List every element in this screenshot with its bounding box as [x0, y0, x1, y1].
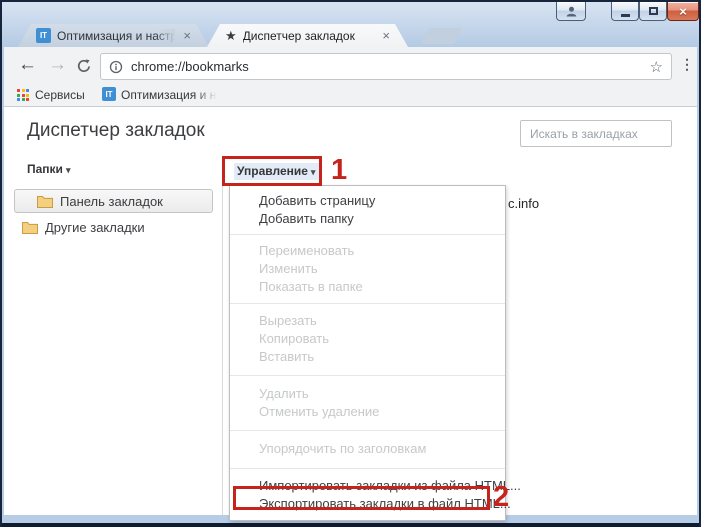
folder-icon [37, 195, 53, 208]
url-text[interactable]: chrome://bookmarks [131, 59, 650, 74]
tab-title: Диспетчер закладок [243, 29, 375, 43]
menu-group: Упорядочить по заголовкам [230, 430, 505, 468]
tab-close-icon[interactable]: × [183, 29, 191, 42]
bookmarks-bar: Сервисы IT Оптимизация и настр [4, 84, 697, 106]
menu-group: Переименовать Изменить Показать в папке [230, 234, 505, 303]
chevron-down-icon: ▾ [66, 165, 71, 175]
chevron-down-icon: ▾ [311, 167, 316, 177]
minimize-button[interactable] [611, 2, 639, 21]
tab-title: Оптимизация и настрой [57, 29, 175, 43]
annotation-number-1: 1 [331, 156, 347, 185]
menu-item-rename: Переименовать [230, 242, 505, 260]
close-window-button[interactable]: × [667, 2, 699, 21]
menu-item-sort-by-title: Упорядочить по заголовкам [230, 440, 505, 458]
menu-group: Вырезать Копировать Вставить [230, 303, 505, 375]
person-icon [565, 5, 578, 18]
sidebar-item-label: Другие закладки [45, 220, 145, 235]
sidebar-item-bookmarks-bar[interactable]: Панель закладок [14, 189, 213, 213]
address-bar[interactable]: chrome://bookmarks ☆ [100, 53, 672, 80]
menu-item-export-bookmarks[interactable]: Экспортировать закладки в файл HTML... [230, 495, 505, 513]
back-button[interactable]: ← [18, 55, 37, 75]
close-icon: × [679, 4, 687, 19]
browser-menu-button[interactable]: ⋮ [680, 56, 694, 73]
minimize-icon [621, 14, 630, 17]
it-favicon: IT [102, 87, 116, 101]
tab-close-icon[interactable]: × [382, 29, 390, 42]
page-title: Диспетчер закладок [27, 120, 205, 142]
browser-window: × IT Оптимизация и настрой × ★ Диспетчер… [0, 0, 701, 527]
sidebar-item-label: Панель закладок [60, 194, 163, 209]
maximize-icon [649, 7, 658, 15]
text-fade [155, 29, 175, 43]
tab-optimization[interactable]: IT Оптимизация и настрой × [18, 24, 209, 47]
maximize-button[interactable] [639, 2, 667, 21]
menu-item-cut: Вырезать [230, 312, 505, 330]
folder-icon [22, 221, 38, 234]
page-info-icon[interactable] [109, 60, 123, 74]
bookmark-item-services[interactable]: Сервисы [35, 88, 85, 102]
tab-bookmark-manager[interactable]: ★ Диспетчер закладок × [207, 24, 408, 47]
menu-group: Импортировать закладки из файла HTML... … [230, 468, 505, 520]
menu-item-delete: Удалить [230, 385, 505, 403]
folders-dropdown-button[interactable]: Папки▾ [27, 162, 70, 176]
menu-item-add-folder[interactable]: Добавить папку [230, 210, 505, 228]
menu-item-undo-delete: Отменить удаление [230, 403, 505, 421]
manage-menu: Добавить страницу Добавить папку Переиме… [229, 185, 506, 521]
sidebar-item-other-bookmarks[interactable]: Другие закладки [22, 215, 212, 239]
star-favicon-icon: ★ [225, 29, 237, 42]
bookmark-star-icon[interactable]: ☆ [650, 58, 663, 76]
it-favicon: IT [36, 28, 51, 43]
profile-button[interactable] [556, 2, 586, 21]
menu-item-copy: Копировать [230, 330, 505, 348]
menu-item-edit: Изменить [230, 260, 505, 278]
bookmark-manager-page: Диспетчер закладок Папки▾ Управление▾ Па… [4, 107, 697, 515]
text-fade [195, 88, 217, 102]
menu-item-show-in-folder: Показать в папке [230, 278, 505, 296]
menu-item-add-page[interactable]: Добавить страницу [230, 192, 505, 210]
menu-group: Добавить страницу Добавить папку [230, 186, 505, 234]
apps-grid-icon [17, 89, 29, 101]
menu-item-paste: Вставить [230, 348, 505, 366]
bookmark-item-optimization[interactable]: Оптимизация и настр [121, 88, 217, 102]
manage-dropdown-button[interactable]: Управление▾ [234, 163, 319, 180]
menu-item-import-bookmarks[interactable]: Импортировать закладки из файла HTML... [230, 477, 505, 495]
sidebar-divider [222, 185, 223, 515]
forward-button: → [48, 55, 67, 75]
menu-group: Удалить Отменить удаление [230, 375, 505, 430]
reload-button[interactable] [76, 58, 92, 74]
annotation-number-2: 2 [493, 483, 509, 512]
search-input[interactable] [520, 120, 672, 147]
browser-chrome: ← → chrome://bookmarks ☆ ⋮ Сервисы IT [4, 47, 697, 107]
partial-bookmark-text: c.info [508, 196, 539, 211]
